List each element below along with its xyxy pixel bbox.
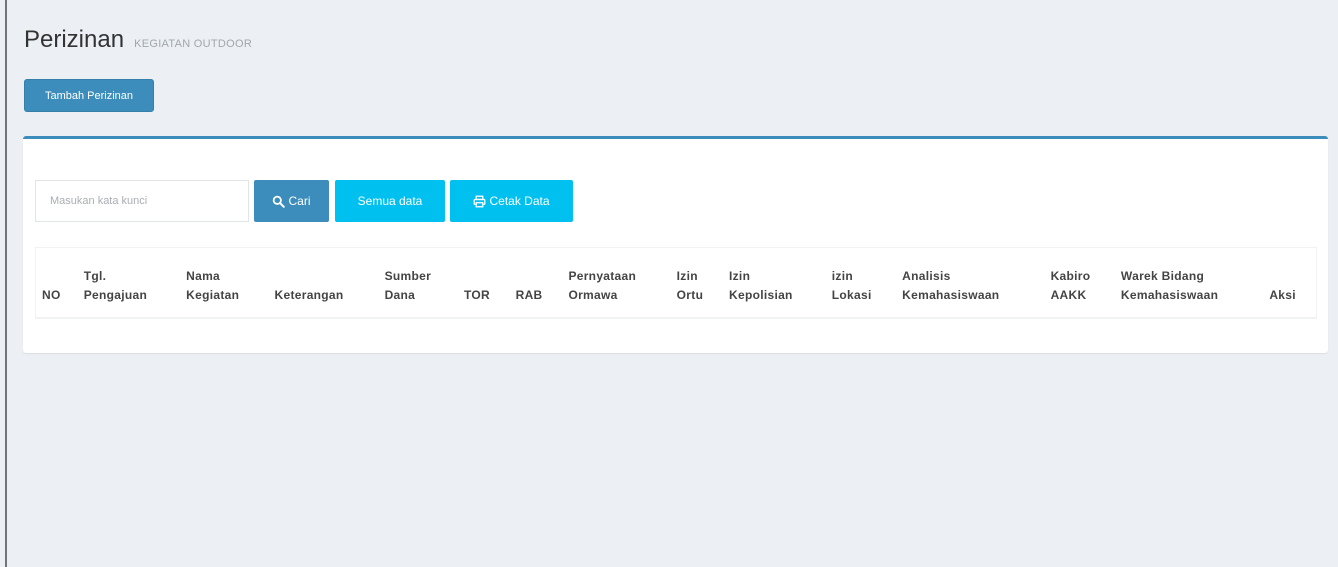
column-header: RAB xyxy=(509,247,563,319)
column-header-line2: Ormawa xyxy=(568,287,618,302)
column-header-line2: RAB xyxy=(515,287,543,302)
column-header: NO xyxy=(35,247,78,319)
column-header: Kabiro AAKK xyxy=(1044,247,1115,319)
column-header-line2: Keterangan xyxy=(274,287,344,302)
search-input[interactable] xyxy=(35,180,249,222)
column-header: Sumber Dana xyxy=(378,247,458,319)
column-header-line1: Izin xyxy=(676,268,698,283)
print-data-button[interactable]: Cetak Data xyxy=(450,180,573,222)
page-title: Perizinan xyxy=(24,26,125,53)
column-header: Pernyataan Ormawa xyxy=(562,247,671,319)
column-header: Aksi xyxy=(1263,247,1317,319)
search-button[interactable]: Cari xyxy=(254,180,329,222)
column-header-line1: Sumber xyxy=(384,268,432,283)
column-header-line1: Analisis xyxy=(902,268,951,283)
column-header: Nama Kegiatan xyxy=(180,247,269,319)
all-data-button[interactable]: Semua data xyxy=(335,180,445,222)
all-data-button-label: Semua data xyxy=(357,194,423,208)
column-header-line2: TOR xyxy=(463,287,490,302)
column-header-line2: NO xyxy=(42,287,61,302)
column-header-line2: Kemahasiswaan xyxy=(902,287,1000,302)
column-header-line1: Nama xyxy=(186,268,221,283)
column-header: Izin Kepolisian xyxy=(723,247,826,319)
add-permit-button[interactable]: Tambah Perizinan xyxy=(24,79,154,112)
column-header-line1: Kabiro xyxy=(1050,268,1091,283)
column-header-line1: Tgl. xyxy=(83,268,107,283)
column-header: Analisis Kemahasiswaan xyxy=(896,247,1045,319)
search-icon xyxy=(273,195,286,208)
left-border xyxy=(5,0,7,567)
column-header-line2: Kegiatan xyxy=(186,287,240,302)
table-header-row: NO Tgl. Pengajuan Nama Kegiatan Keterangan Sum… xyxy=(35,247,1317,319)
column-header-line2: Kemahasiswaan xyxy=(1120,287,1219,302)
column-header-line2: Kepolisian xyxy=(729,287,793,302)
print-icon xyxy=(474,195,486,207)
column-header: Tgl. Pengajuan xyxy=(77,247,181,319)
column-header-line1: Warek Bidang xyxy=(1120,268,1205,283)
column-header: Keterangan xyxy=(268,247,379,319)
search-button-label: Cari xyxy=(288,194,311,208)
column-header: Izin Ortu xyxy=(670,247,723,319)
column-header-line1: Pernyataan xyxy=(568,268,637,283)
column-header-line2: Pengajuan xyxy=(83,287,148,302)
permit-table: NO Tgl. Pengajuan Nama Kegiatan Keterangan Sum… xyxy=(35,247,1317,319)
column-header: TOR xyxy=(457,247,510,319)
content-box: Cari Semua data Cetak Data NO Tgl. Pengaju… xyxy=(23,136,1328,353)
column-header: izin Lokasi xyxy=(825,247,897,319)
page-subtitle: KEGIATAN OUTDOOR xyxy=(134,38,253,50)
print-button-label: Cetak Data xyxy=(489,194,550,208)
column-header-line1: izin xyxy=(831,268,853,283)
page-header: Perizinan KEGIATAN OUTDOOR xyxy=(24,26,252,54)
column-header: Warek Bidang Kemahasiswaan xyxy=(1114,247,1264,319)
column-header-line2: Dana xyxy=(384,287,416,302)
column-header-line2: Lokasi xyxy=(831,287,872,302)
column-header-line2: Aksi xyxy=(1269,287,1296,302)
column-header-line2: AAKK xyxy=(1050,287,1087,302)
column-header-line1: Izin xyxy=(729,268,751,283)
column-header-line2: Ortu xyxy=(676,287,704,302)
